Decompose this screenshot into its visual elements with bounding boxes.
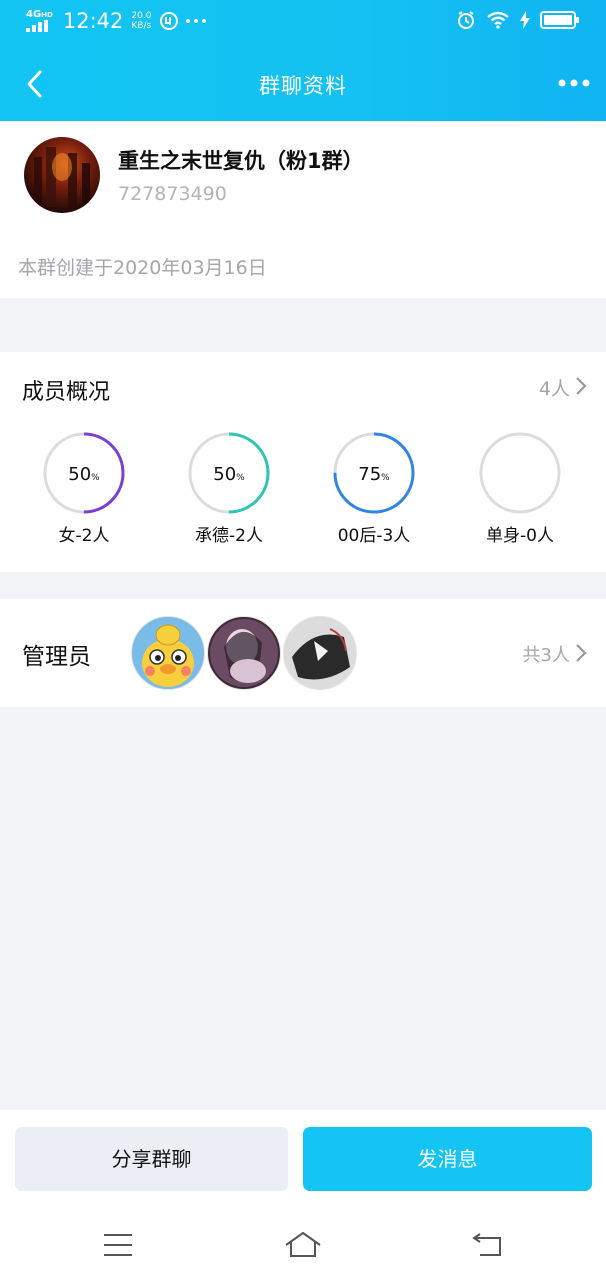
net-speed-value: 20.0 [131, 11, 152, 21]
status-bar: 4GHD 12:42 20.0 KB/s [0, 0, 606, 46]
admins-title: 管理员 [22, 644, 91, 670]
stat-percent: 50 [213, 464, 236, 485]
svg-text:50%: 50% [213, 464, 245, 485]
members-title: 成员概况 [22, 380, 111, 405]
share-group-button[interactable]: 分享群聊 [15, 1127, 288, 1191]
network-hd: HD [41, 11, 53, 19]
stat-ring: 50% [188, 432, 270, 514]
stat-ring: 50% [43, 432, 125, 514]
admins-card[interactable]: 管理员 共3人 [0, 599, 606, 707]
page-title: 群聊资料 [259, 74, 347, 98]
group-id: 727873490 [118, 183, 227, 205]
battery-icon [540, 11, 579, 29]
signal-icon [26, 20, 48, 32]
stat-percent: 75 [358, 464, 381, 485]
admin-avatar-image [210, 619, 278, 687]
alarm-icon [458, 11, 474, 29]
admins-count: 共3人 [522, 645, 570, 666]
admin-avatar-image [142, 624, 194, 687]
stat-label: 单身-0人 [486, 526, 554, 546]
charging-icon [520, 11, 530, 29]
chevron-right-icon [576, 644, 587, 662]
menu-nav-icon[interactable] [98, 1228, 138, 1262]
admin-avatar[interactable] [283, 616, 357, 690]
back-nav-icon[interactable] [468, 1228, 508, 1262]
admin-avatar[interactable] [131, 616, 205, 690]
stat-percent: 50 [68, 464, 91, 485]
header: 4GHD 12:42 20.0 KB/s 群聊资料 [0, 0, 606, 121]
bottom-action-bar: 分享群聊 发消息 [0, 1110, 606, 1280]
stat-percent-unit: % [381, 473, 390, 483]
group-created-date: 本群创建于2020年03月16日 [18, 257, 267, 279]
stat-age: 75% 00后-3人 [294, 431, 454, 546]
group-info-card[interactable]: 重生之末世复仇（粉1群） 727873490 本群创建于2020年03月16日 [0, 121, 606, 298]
stat-ring: 75% [333, 432, 415, 514]
network-type: 4G [26, 9, 42, 20]
stat-single: 单身-0人 [440, 431, 600, 546]
more-notifications-icon [186, 19, 207, 23]
app-notification-icon [160, 12, 179, 30]
group-avatar[interactable] [24, 137, 100, 213]
svg-text:50%: 50% [68, 464, 100, 485]
net-speed-unit: KB/s [131, 21, 152, 31]
network-indicator: 4GHD [26, 10, 53, 32]
wifi-icon [487, 11, 509, 29]
admin-avatar[interactable] [207, 616, 281, 690]
send-message-button[interactable]: 发消息 [303, 1127, 592, 1191]
stat-percent-unit: % [236, 473, 245, 483]
group-avatar-image [34, 147, 90, 209]
stat-label: 承德-2人 [195, 526, 263, 546]
members-count: 4人 [538, 378, 570, 400]
members-overview-card[interactable]: 成员概况 4人 50% 女-2人 50% 承德-2人 75% 00后-3人 单身… [0, 352, 606, 572]
chevron-right-icon [576, 377, 587, 395]
stat-region: 50% 承德-2人 [149, 431, 309, 546]
stat-label: 00后-3人 [337, 526, 411, 546]
stat-percent-unit: % [91, 473, 100, 483]
svg-text:75%: 75% [358, 464, 390, 485]
home-nav-icon[interactable] [283, 1228, 323, 1262]
stat-label: 女-2人 [58, 526, 110, 546]
more-options-button[interactable] [556, 68, 592, 98]
net-speed: 20.0 KB/s [131, 11, 151, 31]
title-bar: 群聊资料 [0, 56, 606, 116]
admin-avatar-image [284, 617, 356, 689]
stat-gender: 50% 女-2人 [4, 431, 164, 546]
stat-ring [479, 432, 561, 514]
clock: 12:42 [62, 9, 124, 33]
group-name: 重生之末世复仇（粉1群） [118, 149, 364, 173]
